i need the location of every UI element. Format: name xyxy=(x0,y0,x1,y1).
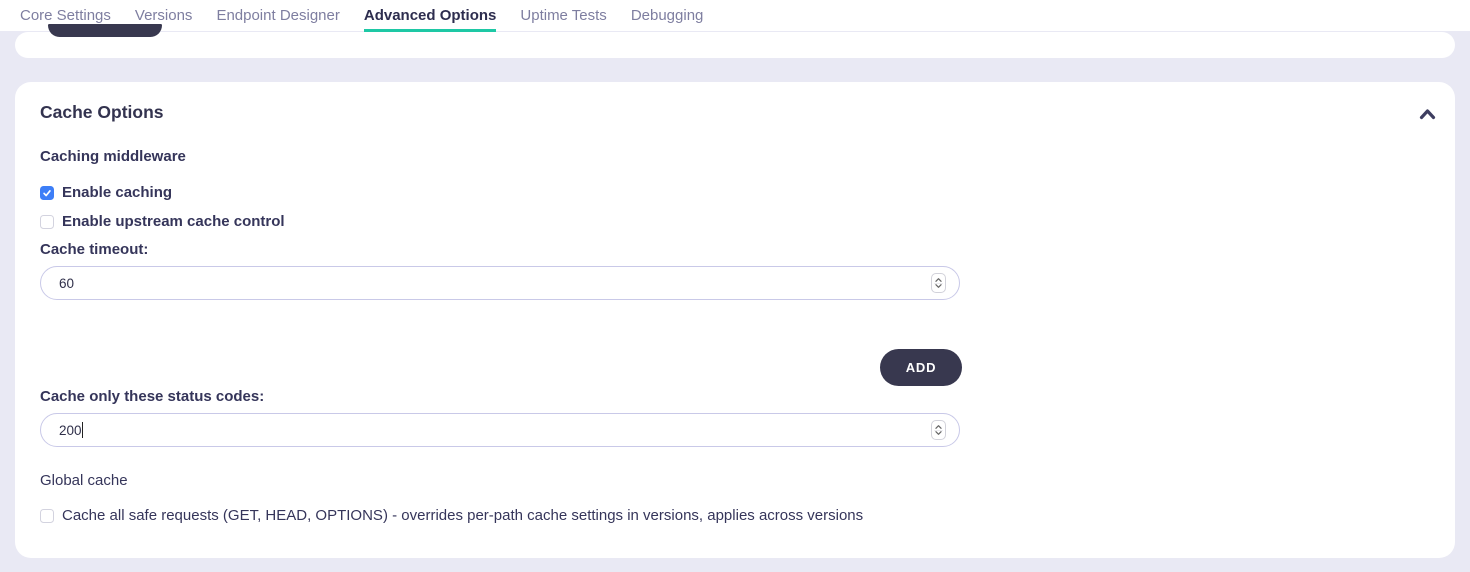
cache-all-safe-requests-label: Cache all safe requests (GET, HEAD, OPTI… xyxy=(62,507,863,524)
status-codes-input[interactable] xyxy=(40,413,960,447)
number-stepper-icon[interactable] xyxy=(931,273,946,293)
enable-caching-label: Enable caching xyxy=(62,184,172,201)
enable-upstream-cache-control-checkbox[interactable]: Enable upstream cache control xyxy=(40,213,285,230)
truncated-dark-button[interactable] xyxy=(48,24,162,37)
cache-timeout-input[interactable] xyxy=(40,266,960,300)
status-codes-label: Cache only these status codes: xyxy=(40,388,264,405)
checkbox-icon xyxy=(40,215,54,229)
tab-advanced-options[interactable]: Advanced Options xyxy=(364,7,497,32)
tab-debugging[interactable]: Debugging xyxy=(631,7,704,32)
enable-upstream-cache-control-label: Enable upstream cache control xyxy=(62,213,285,230)
previous-section-card-bottom xyxy=(15,32,1455,58)
collapse-section-button[interactable] xyxy=(1415,104,1439,124)
cache-options-title: Cache Options xyxy=(40,102,164,123)
checkbox-icon xyxy=(40,186,54,200)
add-button[interactable]: ADD xyxy=(880,349,962,386)
cache-timeout-label: Cache timeout: xyxy=(40,241,148,258)
caching-middleware-label: Caching middleware xyxy=(40,148,186,165)
global-cache-label: Global cache xyxy=(40,472,128,489)
cache-options-card: Cache Options Caching middleware Enable … xyxy=(15,82,1455,558)
number-stepper-icon[interactable] xyxy=(931,420,946,440)
tab-endpoint-designer[interactable]: Endpoint Designer xyxy=(216,7,339,32)
status-codes-field-wrap xyxy=(40,413,960,447)
checkbox-icon xyxy=(40,509,54,523)
api-tabs-nav: Core Settings Versions Endpoint Designer… xyxy=(0,0,1470,31)
cache-all-safe-requests-checkbox[interactable]: Cache all safe requests (GET, HEAD, OPTI… xyxy=(40,507,863,524)
chevron-up-icon xyxy=(1419,108,1436,120)
tab-uptime-tests[interactable]: Uptime Tests xyxy=(520,7,606,32)
enable-caching-checkbox[interactable]: Enable caching xyxy=(40,184,172,201)
cache-timeout-field-wrap xyxy=(40,266,960,300)
text-cursor xyxy=(82,422,83,438)
